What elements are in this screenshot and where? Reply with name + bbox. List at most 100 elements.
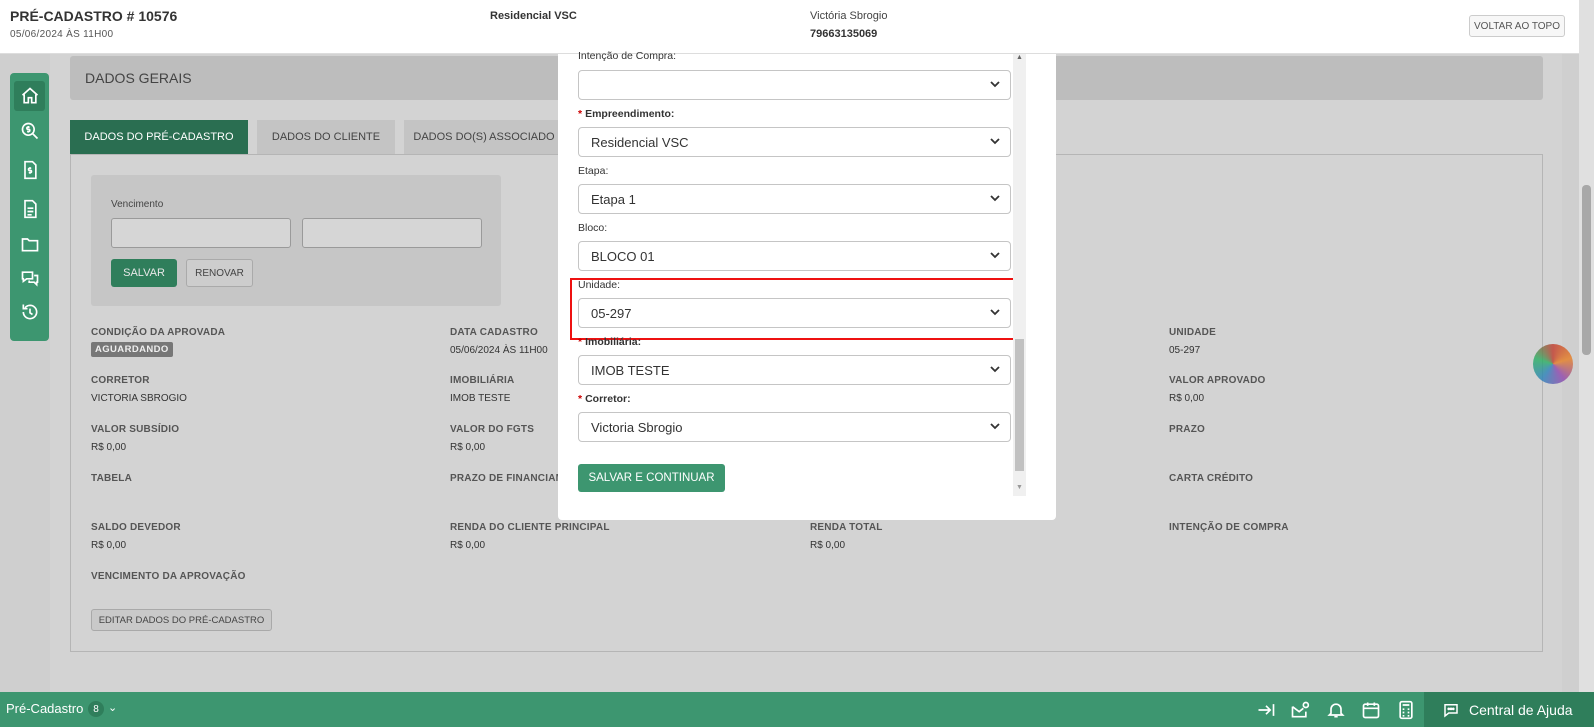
etapa-label: Etapa: bbox=[578, 165, 609, 177]
document-icon bbox=[23, 199, 37, 219]
chevron-down-icon bbox=[990, 423, 1000, 430]
edit-pre-cadastro-button[interactable]: EDITAR DADOS DO PRÉ-CADASTRO bbox=[91, 609, 272, 631]
chat-icon bbox=[21, 271, 38, 287]
history-icon bbox=[22, 304, 37, 320]
help-center-button[interactable]: Central de Ajuda bbox=[1424, 692, 1594, 727]
required-mark: * bbox=[578, 336, 583, 348]
chevron-down-icon bbox=[990, 309, 1000, 316]
nav-money-doc[interactable] bbox=[14, 155, 45, 185]
save-button[interactable]: SALVAR bbox=[111, 259, 177, 287]
chevron-down-icon bbox=[990, 138, 1000, 145]
imobiliaria-label: * Imobiliária: bbox=[578, 336, 642, 348]
calendar-icon[interactable] bbox=[1361, 700, 1381, 720]
vencimento-time-input[interactable] bbox=[302, 218, 482, 248]
intencao-compra-label: Intenção de Compra: bbox=[578, 50, 677, 62]
side-nav bbox=[10, 73, 49, 341]
nav-history[interactable] bbox=[14, 297, 45, 327]
edit-modal: Intenção de Compra: * Empreendimento: Res… bbox=[558, 50, 1056, 520]
assistant-bubble[interactable] bbox=[1533, 344, 1573, 384]
chevron-down-icon bbox=[990, 366, 1000, 373]
search-money-icon bbox=[21, 122, 38, 140]
bloco-label: Bloco: bbox=[578, 222, 608, 234]
page-subtitle: 05/06/2024 ÀS 11H00 bbox=[10, 29, 114, 40]
corretor-label: * Corretor: bbox=[578, 393, 631, 405]
imobiliaria-value: IMOB TESTE bbox=[450, 393, 511, 404]
carta-credito-label: CARTA CRÉDITO bbox=[1169, 473, 1254, 484]
nav-search-money[interactable] bbox=[14, 116, 45, 146]
empreendimento-select[interactable]: Residencial VSC bbox=[578, 127, 1011, 157]
folder-icon bbox=[21, 238, 38, 252]
renewal-box: Vencimento SALVAR RENOVAR bbox=[91, 175, 501, 306]
empreendimento-label: * Empreendimento: bbox=[578, 108, 675, 120]
chevron-down-icon[interactable]: ⌄ bbox=[108, 701, 117, 714]
nav-home[interactable] bbox=[14, 81, 45, 111]
unidade-value: 05-297 bbox=[1169, 345, 1201, 356]
scrollbar-thumb[interactable] bbox=[1582, 185, 1591, 355]
nav-document[interactable] bbox=[14, 194, 45, 224]
module-name[interactable]: Pré-Cadastro bbox=[6, 701, 83, 716]
scroll-up-arrow[interactable]: ▲ bbox=[1016, 54, 1023, 61]
valor-fgts-label: VALOR DO FGTS bbox=[450, 424, 535, 435]
valor-aprovado-label: VALOR APROVADO bbox=[1169, 375, 1266, 386]
scroll-down-arrow[interactable]: ▼ bbox=[1016, 484, 1023, 491]
saldo-devedor-value: R$ 0,00 bbox=[91, 540, 127, 551]
bloco-value: BLOCO 01 bbox=[591, 248, 655, 264]
condicao-label: CONDIÇÃO DA APROVADA bbox=[91, 327, 226, 338]
chevron-down-icon bbox=[990, 81, 1000, 88]
tabela-label: TABELA bbox=[91, 473, 133, 484]
home-icon bbox=[21, 87, 38, 104]
etapa-select[interactable]: Etapa 1 bbox=[578, 184, 1011, 214]
collapse-arrow-icon[interactable] bbox=[1256, 700, 1276, 720]
vencimento-aprovacao-label: VENCIMENTO DA APROVAÇÃO bbox=[91, 571, 246, 582]
bloco-select[interactable]: BLOCO 01 bbox=[578, 241, 1011, 271]
data-cadastro-label: DATA CADASTRO bbox=[450, 327, 538, 338]
tab-associados[interactable]: DADOS DO(S) ASSOCIADO bbox=[404, 120, 564, 154]
renda-cliente-value: R$ 0,00 bbox=[450, 540, 486, 551]
imobiliaria-select[interactable]: IMOB TESTE bbox=[578, 355, 1011, 385]
chat-help-icon bbox=[1444, 703, 1458, 718]
help-center-label: Central de Ajuda bbox=[1469, 701, 1573, 718]
chevron-down-icon bbox=[990, 252, 1000, 259]
page-title: PRÉ-CADASTRO # 10576 bbox=[10, 8, 178, 24]
nav-chat[interactable] bbox=[14, 263, 45, 293]
valor-fgts-value: R$ 0,00 bbox=[450, 442, 486, 453]
renda-cliente-label: RENDA DO CLIENTE PRINCIPAL bbox=[450, 522, 610, 533]
renda-total-value: R$ 0,00 bbox=[810, 540, 846, 551]
module-count-badge: 8 bbox=[88, 701, 104, 717]
vencimento-label: Vencimento bbox=[111, 199, 164, 210]
calculator-icon[interactable] bbox=[1396, 700, 1416, 720]
save-continue-button[interactable]: SALVAR E CONTINUAR bbox=[578, 464, 725, 492]
unidade-label: UNIDADE bbox=[1169, 327, 1216, 338]
prazo-financiamento-label: PRAZO DE FINANCIAM bbox=[450, 473, 565, 484]
project-name: Residencial VSC bbox=[490, 10, 577, 22]
valor-subsidio-label: VALOR SUBSÍDIO bbox=[91, 424, 180, 435]
back-to-top-button[interactable]: VOLTAR AO TOPO bbox=[1469, 15, 1565, 37]
bell-icon[interactable] bbox=[1326, 700, 1346, 720]
imobiliaria-label: IMOBILIÁRIA bbox=[450, 375, 515, 386]
nav-folder[interactable] bbox=[14, 229, 45, 259]
unidade-value: 05-297 bbox=[591, 305, 632, 321]
vencimento-date-input[interactable] bbox=[111, 218, 291, 248]
status-badge: AGUARDANDO bbox=[91, 342, 173, 357]
tab-pre-cadastro[interactable]: DADOS DO PRÉ-CADASTRO bbox=[70, 120, 248, 154]
modal-scrollbar-thumb[interactable] bbox=[1015, 339, 1024, 471]
corretor-value: VICTORIA SBROGIO bbox=[91, 393, 187, 404]
tab-cliente[interactable]: DADOS DO CLIENTE bbox=[257, 120, 395, 154]
page-scrollbar[interactable] bbox=[1579, 0, 1594, 727]
renew-button[interactable]: RENOVAR bbox=[186, 259, 253, 287]
client-code: 79663135069 bbox=[810, 28, 878, 40]
corretor-select[interactable]: Victoria Sbrogio bbox=[578, 412, 1011, 442]
imobiliaria-value: IMOB TESTE bbox=[591, 362, 670, 378]
modal-scrollbar[interactable]: ▲ ▼ bbox=[1013, 54, 1026, 496]
valor-subsidio-value: R$ 0,00 bbox=[91, 442, 127, 453]
required-mark: * bbox=[578, 393, 583, 405]
mail-settings-icon[interactable] bbox=[1290, 700, 1310, 720]
intencao-compra-select[interactable] bbox=[578, 70, 1011, 100]
chevron-down-icon bbox=[990, 195, 1000, 202]
renda-total-label: RENDA TOTAL bbox=[810, 522, 883, 533]
required-mark: * bbox=[578, 108, 583, 120]
section-title: DADOS GERAIS bbox=[85, 70, 192, 86]
page-header: PRÉ-CADASTRO # 10576 05/06/2024 ÀS 11H00… bbox=[0, 0, 1579, 54]
unidade-select[interactable]: 05-297 bbox=[578, 298, 1011, 328]
saldo-devedor-label: SALDO DEVEDOR bbox=[91, 522, 181, 533]
